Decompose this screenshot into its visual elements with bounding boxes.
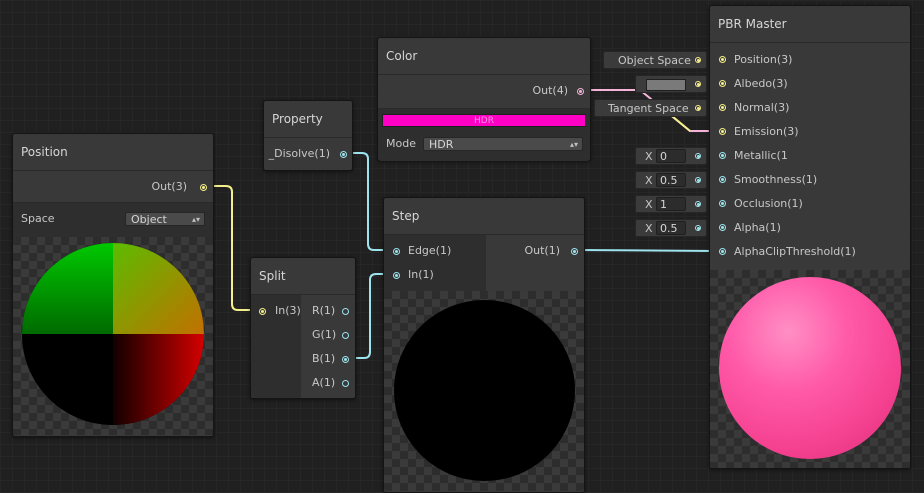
step-node-title: Step [384, 198, 584, 235]
step-in-label: In(1) [408, 268, 434, 281]
split-out-r-label: R(1) [312, 304, 336, 317]
smoothness-chip-port[interactable] [695, 177, 701, 183]
master-position-label: Position(3) [734, 53, 793, 66]
master-emission-port[interactable] [719, 128, 726, 135]
metallic-value-field[interactable]: 0 [656, 149, 686, 163]
split-out-g-port[interactable] [342, 332, 349, 339]
step-out-port[interactable] [571, 248, 578, 255]
albedo-color-chip[interactable] [635, 75, 707, 93]
property-node[interactable]: Property _Disolve(1) [263, 100, 353, 171]
alpha-axis-label: X [645, 222, 653, 235]
master-emission-label: Emission(3) [734, 125, 799, 138]
pbr-master-title: PBR Master [710, 6, 910, 43]
split-out-a-port[interactable] [342, 380, 349, 387]
split-node[interactable]: Split In(3) R(1) G(1) B(1) A(1) [250, 257, 356, 399]
color-swatch-hdr-label: HDR [474, 116, 494, 126]
split-out-g-label: G(1) [312, 328, 337, 341]
property-out-port[interactable] [340, 151, 347, 158]
position-out-label: Out(3) [151, 180, 187, 193]
color-node-title: Color [378, 38, 590, 75]
position-preview-sphere [22, 243, 204, 425]
occlusion-value: 1 [660, 198, 667, 211]
property-node-title: Property [264, 101, 352, 138]
color-mode-label: Mode [386, 137, 416, 150]
step-out-label: Out(1) [524, 244, 560, 257]
split-out-b-label: B(1) [312, 352, 336, 365]
property-out-label: _Disolve(1) [268, 147, 330, 160]
step-preview-sphere [394, 300, 575, 481]
master-normal-label: Normal(3) [734, 101, 790, 114]
step-in-port[interactable] [393, 272, 400, 279]
position-space-chip-port[interactable] [695, 57, 701, 63]
master-position-port[interactable] [719, 56, 726, 63]
master-albedo-port[interactable] [719, 80, 726, 87]
step-node[interactable]: Step Edge(1) In(1) Out(1) [383, 197, 585, 493]
occlusion-axis-label: X [645, 198, 653, 211]
step-preview [384, 291, 584, 491]
master-smoothness-port[interactable] [719, 176, 726, 183]
dropdown-arrows-icon: ▴▾ [191, 215, 200, 224]
occlusion-value-field[interactable]: 1 [656, 197, 686, 211]
wire-step-to-alphaclip [575, 249, 717, 252]
color-out-label: Out(4) [532, 84, 568, 97]
color-mode-dropdown[interactable]: HDR ▴▾ [423, 137, 583, 151]
metallic-value-chip[interactable]: X 0 [635, 147, 707, 165]
master-alphaclip-port[interactable] [719, 248, 726, 255]
normal-space-chip[interactable]: Tangent Space [594, 99, 707, 117]
normal-space-chip-port[interactable] [695, 105, 701, 111]
smoothness-value: 0.5 [660, 174, 678, 187]
color-swatch[interactable]: HDR [382, 114, 586, 127]
pbr-master-node[interactable]: PBR Master Position(3) Albedo(3) Normal(… [709, 5, 911, 469]
position-out-port[interactable] [200, 184, 207, 191]
alpha-value-chip[interactable]: X 0.5 [635, 219, 707, 237]
pbr-master-preview [710, 270, 910, 468]
alpha-chip-port[interactable] [695, 225, 701, 231]
position-space-label: Space [21, 212, 55, 225]
alpha-value-field[interactable]: 0.5 [656, 221, 686, 235]
master-occlusion-label: Occlusion(1) [734, 197, 803, 210]
occlusion-chip-port[interactable] [695, 201, 701, 207]
metallic-chip-port[interactable] [695, 153, 701, 159]
split-out-r-port[interactable] [342, 308, 349, 315]
albedo-color-swatch[interactable] [646, 79, 686, 91]
master-smoothness-label: Smoothness(1) [734, 173, 818, 186]
metallic-value: 0 [660, 150, 667, 163]
master-alpha-port[interactable] [719, 224, 726, 231]
smoothness-axis-label: X [645, 174, 653, 187]
step-edge-label: Edge(1) [408, 244, 452, 257]
position-space-chip-label: Object Space [618, 54, 691, 67]
normal-space-chip-label: Tangent Space [608, 102, 689, 115]
master-alpha-label: Alpha(1) [734, 221, 781, 234]
albedo-chip-port[interactable] [695, 81, 701, 87]
split-node-title: Split [251, 258, 355, 295]
split-out-a-label: A(1) [312, 376, 336, 389]
position-space-dropdown[interactable]: Object ▴▾ [125, 212, 205, 226]
split-in-label: In(3) [275, 304, 301, 317]
split-out-b-port[interactable] [342, 356, 349, 363]
color-mode-value: HDR [429, 138, 454, 151]
metallic-axis-label: X [645, 150, 653, 163]
master-normal-port[interactable] [719, 104, 726, 111]
smoothness-value-chip[interactable]: X 0.5 [635, 171, 707, 189]
position-node-title: Position [13, 134, 213, 171]
split-in-port[interactable] [259, 308, 266, 315]
occlusion-value-chip[interactable]: X 1 [635, 195, 707, 213]
smoothness-value-field[interactable]: 0.5 [656, 173, 686, 187]
master-metallic-label: Metallic(1 [734, 149, 788, 162]
position-preview [13, 237, 213, 435]
master-occlusion-port[interactable] [719, 200, 726, 207]
master-metallic-port[interactable] [719, 152, 726, 159]
color-node[interactable]: Color Out(4) HDR Mode HDR ▴▾ [377, 37, 591, 161]
color-out-port[interactable] [577, 88, 584, 95]
position-node[interactable]: Position Out(3) Space Object ▴▾ [12, 133, 214, 437]
pbr-master-preview-sphere [719, 277, 901, 459]
dropdown-arrows-icon: ▴▾ [569, 140, 578, 149]
position-space-value: Object [131, 213, 167, 226]
master-albedo-label: Albedo(3) [734, 77, 788, 90]
position-space-chip[interactable]: Object Space [603, 51, 707, 69]
alpha-value: 0.5 [660, 222, 678, 235]
step-edge-port[interactable] [393, 248, 400, 255]
master-alphaclip-label: AlphaClipThreshold(1) [734, 245, 856, 258]
